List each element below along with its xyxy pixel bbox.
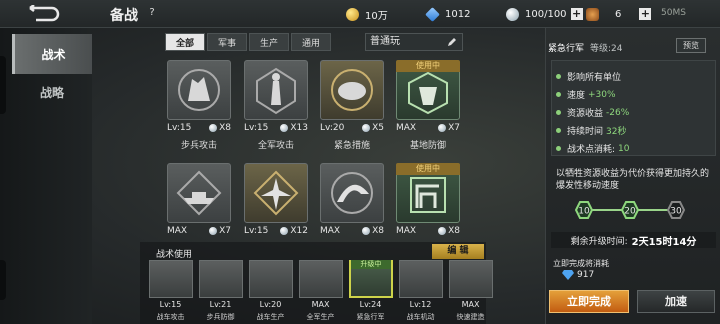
filter-tabs: 全部 军事 生产 通用 bbox=[165, 33, 332, 51]
tactic-card[interactable]: Lv:15 X8 步兵攻击 bbox=[163, 60, 235, 152]
effect-row: 战术点消耗: 10 bbox=[556, 142, 630, 155]
emergency-measure-emblem-icon bbox=[320, 60, 384, 120]
army-attack-emblem-icon bbox=[244, 60, 308, 120]
token-icon bbox=[280, 124, 289, 132]
assault-emblem-icon bbox=[320, 163, 384, 223]
upgrading-badge: 升级中 bbox=[351, 260, 391, 269]
pencil-icon bbox=[448, 38, 456, 46]
progress-step-label: 30 bbox=[670, 207, 682, 217]
nav-tab-strategy[interactable]: 战略 bbox=[12, 72, 92, 112]
level-progress: 10 20 30 bbox=[574, 201, 686, 219]
cost-label: 立即完成将消耗 bbox=[553, 259, 609, 268]
progress-step-label: 20 bbox=[624, 207, 636, 217]
page-title: 备战 bbox=[110, 8, 138, 24]
diamond-icon bbox=[562, 270, 574, 280]
gold-coin-icon bbox=[346, 7, 359, 21]
usage-slot[interactable]: Lv:12 战车机动 bbox=[397, 260, 444, 324]
usage-slot[interactable]: MAX 全军生产 bbox=[297, 260, 344, 324]
finish-now-button[interactable]: 立即完成 bbox=[549, 290, 629, 313]
air-strike-emblem-icon bbox=[244, 163, 308, 223]
usage-slot-selected[interactable]: 升级中 Lv:24 紧急行军 bbox=[347, 260, 394, 324]
add-medal-button[interactable]: + bbox=[639, 8, 652, 20]
tactic-card[interactable]: Lv:15 X13 全军攻击 bbox=[240, 60, 312, 152]
in-use-badge: 使用中 bbox=[396, 60, 460, 72]
in-use-badge: 使用中 bbox=[396, 163, 460, 175]
usage-slot[interactable]: Lv:21 步兵防御 bbox=[197, 260, 244, 324]
stamina-status: 50MS bbox=[661, 8, 686, 18]
tactic-usage-label: 战术使用 bbox=[156, 250, 193, 260]
preview-button[interactable]: 预览 bbox=[676, 38, 706, 53]
detail-level: 等级:24 bbox=[590, 43, 623, 54]
usage-slot[interactable]: Lv:15 战车攻击 bbox=[147, 260, 194, 324]
tactic-card[interactable]: 使用中 MAX X7 基地防御 bbox=[392, 60, 464, 152]
token-icon bbox=[438, 124, 447, 132]
effect-row: 影响所有单位 bbox=[556, 70, 621, 83]
detail-header: 紧急行军 等级:24 bbox=[548, 38, 623, 56]
effect-row: 持续时间 32秒 bbox=[556, 124, 626, 137]
help-button[interactable]: ? bbox=[146, 7, 158, 19]
tab-military[interactable]: 军事 bbox=[207, 33, 248, 51]
add-energy-button[interactable]: + bbox=[570, 8, 583, 20]
effect-row: 速度 +30% bbox=[556, 88, 616, 101]
energy-resource: 100/100 + bbox=[506, 6, 583, 22]
back-arrow-icon bbox=[29, 5, 60, 22]
fast-build-icon bbox=[449, 260, 493, 298]
token-icon bbox=[362, 124, 371, 132]
tab-all[interactable]: 全部 bbox=[165, 33, 206, 51]
effect-row: 资源收益 -26% bbox=[556, 106, 629, 119]
token-icon bbox=[209, 124, 218, 132]
detail-description: 以牺牲资源收益为代价获得更加持久的爆发性移动速度 bbox=[556, 169, 710, 191]
mode-select[interactable]: 普通玩 bbox=[365, 33, 463, 51]
infantry-attack-emblem-icon bbox=[167, 60, 231, 120]
naval-emblem-icon bbox=[167, 163, 231, 223]
usage-slot[interactable]: MAX 快速建造 bbox=[447, 260, 494, 324]
infantry-defense-icon bbox=[199, 260, 243, 298]
medal-resource: 6 + bbox=[586, 6, 652, 22]
tank-attack-icon bbox=[149, 260, 193, 298]
top-bar: 备战 ? 10万 1012 100/100 + 6 + 50MS bbox=[0, 0, 720, 28]
token-icon bbox=[438, 227, 447, 235]
speed-up-button[interactable]: 加速 bbox=[637, 290, 715, 313]
token-icon bbox=[209, 227, 218, 235]
edit-button[interactable]: 编 辑 bbox=[432, 244, 484, 259]
army-production-icon bbox=[299, 260, 343, 298]
nav-tab-tactics[interactable]: 战术 bbox=[12, 34, 92, 74]
upgrade-timer: 剩余升级时间: 2天15时14分 bbox=[551, 232, 716, 248]
tactic-card[interactable]: Lv:20 X5 紧急措施 bbox=[316, 60, 388, 152]
cost-value: 917 bbox=[562, 270, 594, 280]
usage-slot[interactable]: Lv:20 战车生产 bbox=[247, 260, 294, 324]
token-icon bbox=[280, 227, 289, 235]
tank-production-icon bbox=[249, 260, 293, 298]
detail-name: 紧急行军 bbox=[548, 43, 585, 54]
gold-resource: 10万 bbox=[346, 6, 388, 22]
token-icon bbox=[362, 227, 371, 235]
back-button[interactable] bbox=[14, 3, 70, 25]
medal-icon bbox=[586, 7, 599, 21]
progress-step-label: 10 bbox=[578, 207, 590, 217]
tank-mobility-icon bbox=[399, 260, 443, 298]
diamond-icon bbox=[425, 6, 440, 22]
tab-general[interactable]: 通用 bbox=[291, 33, 332, 51]
diamond-resource: 1012 bbox=[425, 6, 470, 22]
energy-orb-icon bbox=[506, 7, 519, 21]
tab-production[interactable]: 生产 bbox=[249, 33, 290, 51]
